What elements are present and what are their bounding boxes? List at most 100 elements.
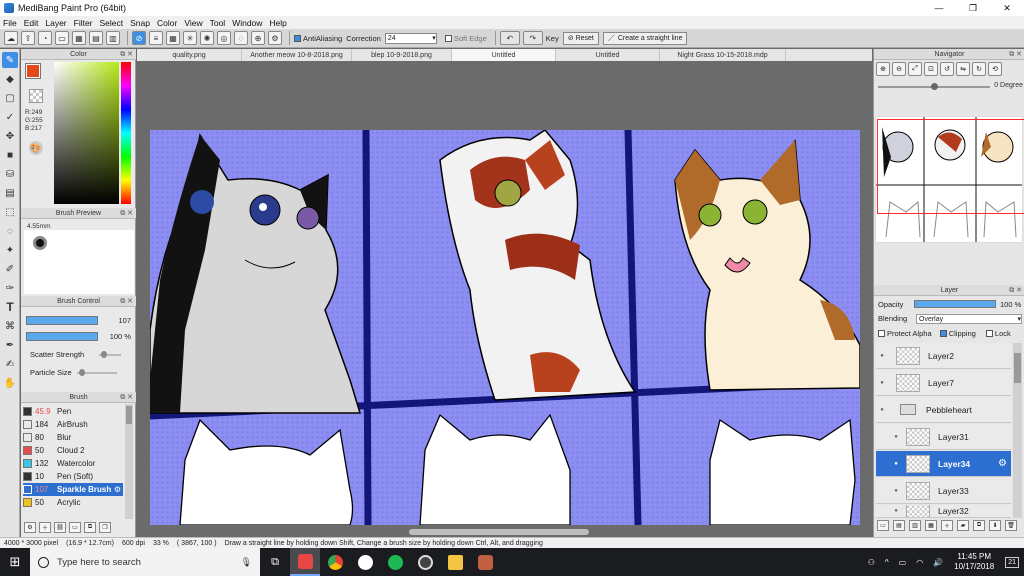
menu-window[interactable]: Window xyxy=(232,18,262,28)
transparent-swatch[interactable] xyxy=(29,89,43,103)
taskbar-chrome-icon[interactable] xyxy=(320,548,350,576)
layer-row[interactable]: ● Layer2 xyxy=(876,343,1011,369)
menu-help[interactable]: Help xyxy=(269,18,286,28)
divide-tool-icon[interactable]: ⌘ xyxy=(2,318,18,334)
snap-off-icon[interactable]: ⊘ xyxy=(132,31,146,45)
layer-row[interactable]: ● Layer31 xyxy=(876,424,1011,450)
bucket-tool-icon[interactable]: ⛁ xyxy=(2,166,18,182)
notification-count[interactable]: 21 xyxy=(1005,556,1019,568)
hue-slider[interactable] xyxy=(121,62,131,204)
zoom-out-icon[interactable]: ⊖ xyxy=(892,62,906,76)
reset-view-icon[interactable]: ⟲ xyxy=(988,62,1002,76)
menu-file[interactable]: File xyxy=(3,18,17,28)
duplicate-layer-icon[interactable]: ⧉ xyxy=(973,520,985,531)
brush-item-sparkle-brush[interactable]: 107 Sparkle Brush ⚙ xyxy=(23,483,123,496)
taskbar-spotify-icon[interactable] xyxy=(380,548,410,576)
brush-item-airbrush[interactable]: 184 AirBrush xyxy=(23,418,123,431)
menu-edit[interactable]: Edit xyxy=(24,18,39,28)
layer-row-selected[interactable]: ● Layer34 ⚙ xyxy=(876,451,1011,477)
volume-icon[interactable]: 🔊 xyxy=(933,558,943,567)
soft-edge-checkbox[interactable] xyxy=(444,34,452,42)
brush-opacity-slider[interactable] xyxy=(26,332,98,341)
zoom-actual-icon[interactable]: ⊡ xyxy=(924,62,938,76)
battery-icon[interactable]: ▭ xyxy=(899,558,907,567)
add-layer-menu-icon[interactable]: ＋ xyxy=(941,520,953,531)
correction-select[interactable]: 24 ▾ xyxy=(384,32,437,44)
rotate-right-icon[interactable]: ↻ xyxy=(972,62,986,76)
perspective-icon[interactable]: ⊕ xyxy=(251,31,265,45)
tab-untitled[interactable]: Untitled xyxy=(556,49,660,61)
taskbar-file-explorer-icon[interactable] xyxy=(440,548,470,576)
menu-layer[interactable]: Layer xyxy=(45,18,66,28)
particle-size-slider[interactable] xyxy=(77,369,117,376)
menu-tool[interactable]: Tool xyxy=(210,18,226,28)
saturation-value-picker[interactable] xyxy=(54,62,119,204)
flip-icon[interactable]: ⇋ xyxy=(956,62,970,76)
layout-icon[interactable]: ▦ xyxy=(72,31,86,45)
tab-quality[interactable]: quality.png xyxy=(137,49,242,61)
layer-row[interactable]: ● Layer33 xyxy=(876,478,1011,504)
fill-rect-tool-icon[interactable]: ■ xyxy=(2,147,18,163)
select-tool-icon[interactable]: ⬚ xyxy=(2,204,18,220)
protect-alpha-checkbox[interactable] xyxy=(878,330,885,337)
new-window-icon[interactable]: ▭ xyxy=(55,31,69,45)
eraser-tool-icon[interactable]: ◆ xyxy=(2,71,18,87)
select-pen-icon[interactable]: ✐ xyxy=(2,261,18,277)
merge-down-icon[interactable]: ⬇ xyxy=(989,520,1001,531)
taskbar-wattpad-icon[interactable] xyxy=(350,548,380,576)
brush-tool-icon[interactable]: ✎ xyxy=(2,52,18,68)
palette-icon[interactable]: 🎨 xyxy=(29,141,43,155)
dot-tool-icon[interactable]: ▢ xyxy=(2,90,18,106)
panel-controls-icon[interactable]: ⧉ ✕ xyxy=(1009,50,1022,59)
brush-item-blur[interactable]: 80 Blur xyxy=(23,431,123,444)
taskbar-app-icon[interactable] xyxy=(470,548,500,576)
radial-line-icon[interactable]: ✺ xyxy=(200,31,214,45)
text-tool-icon[interactable]: T xyxy=(2,299,18,315)
visibility-icon[interactable]: ● xyxy=(876,380,888,386)
panel-icon[interactable]: ▥ xyxy=(106,31,120,45)
panel-controls-icon[interactable]: ⧉ ✕ xyxy=(120,297,133,306)
lasso-select-icon[interactable]: ◌ xyxy=(2,223,18,239)
clock[interactable]: 11:45 PM 10/17/2018 xyxy=(954,552,994,572)
chevron-up-icon[interactable]: ^ xyxy=(885,558,889,567)
panel-controls-icon[interactable]: ⧉ ✕ xyxy=(120,209,133,218)
panel-controls-icon[interactable]: ⧉ ✕ xyxy=(120,393,133,402)
layer-folder-row[interactable]: ● Pebbleheart xyxy=(876,397,1011,423)
clipping-checkbox[interactable] xyxy=(939,330,947,337)
tab-another-meow[interactable]: Another meow 10-8-2018.png xyxy=(242,49,352,61)
cloud-icon[interactable]: ☁ xyxy=(4,31,18,45)
antialiasing-checkbox[interactable] xyxy=(294,34,301,42)
taskbar-obs-icon[interactable] xyxy=(410,548,440,576)
visibility-icon[interactable]: ● xyxy=(890,488,902,494)
canvas-vertical-scrollbar[interactable] xyxy=(861,61,872,521)
tab-night-grass[interactable]: Night Grass 10-15-2018.mdp xyxy=(660,49,786,61)
rotate-left-icon[interactable]: ↺ xyxy=(940,62,954,76)
reset-button[interactable]: ⊘ Reset xyxy=(562,31,599,45)
close-icon[interactable]: ✕ xyxy=(990,0,1024,16)
select-eraser-icon[interactable]: ✑ xyxy=(2,280,18,296)
brush-item-pen-soft[interactable]: 10 Pen (Soft) xyxy=(23,470,123,483)
brush-item-watercolor[interactable]: 132 Watercolor xyxy=(23,457,123,470)
brush-settings-icon[interactable]: ⚙ xyxy=(24,522,36,533)
visibility-icon[interactable]: ● xyxy=(876,407,888,413)
menu-view[interactable]: View xyxy=(184,18,202,28)
folder-icon[interactable]: ▭ xyxy=(69,522,81,533)
link-icon[interactable]: ⛓ xyxy=(54,522,66,533)
lasso-tool-icon[interactable]: ✓ xyxy=(2,109,18,125)
navigator-thumbnail[interactable] xyxy=(875,116,1024,243)
panel-controls-icon[interactable]: ⧉ ✕ xyxy=(1009,286,1022,295)
drawing-canvas[interactable] xyxy=(150,130,860,525)
gear-icon[interactable]: ⚙ xyxy=(114,485,121,494)
folder-icon[interactable]: ▰ xyxy=(957,520,969,531)
cross-snap-icon[interactable]: ▦ xyxy=(166,31,180,45)
share-icon[interactable]: ⇪ xyxy=(21,31,35,45)
pen-tool-icon[interactable]: ✍ xyxy=(2,356,18,372)
task-view-icon[interactable]: ⧉ xyxy=(260,548,290,576)
windows-start-icon[interactable]: ⊞ xyxy=(0,548,30,576)
wifi-icon[interactable]: ◠ xyxy=(916,558,923,567)
radial-snap-icon[interactable]: ✳ xyxy=(183,31,197,45)
menu-filter[interactable]: Filter xyxy=(74,18,93,28)
eyedropper-tool-icon[interactable]: ✒ xyxy=(2,337,18,353)
taskbar-search[interactable]: Type here to search 🎙 xyxy=(30,548,260,576)
navigator-view-box[interactable] xyxy=(877,119,1024,214)
